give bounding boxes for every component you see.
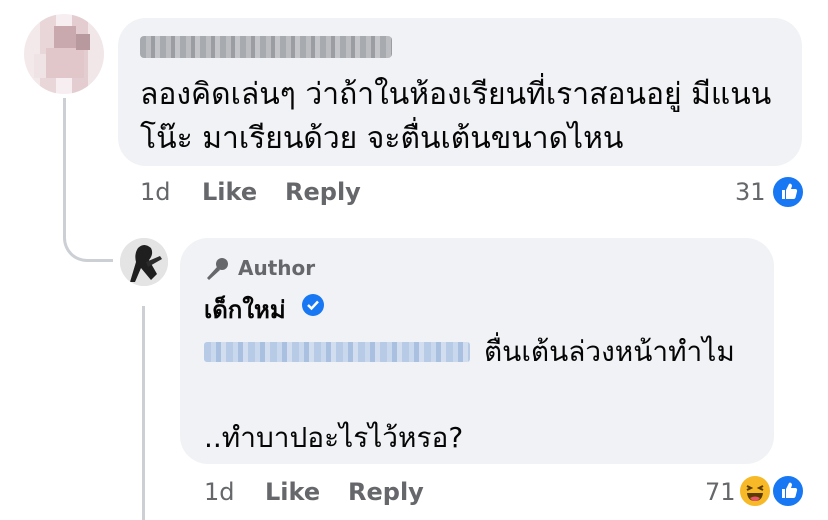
reply-timestamp[interactable]: 1d (204, 478, 235, 506)
author-name[interactable]: เด็กใหม่ (204, 290, 286, 329)
thread-connector (63, 98, 113, 262)
reply-text-line-1: ตื่นเต้นล่วงหน้าทำไม (484, 335, 735, 368)
like-icon (771, 474, 805, 508)
comment-reply-button[interactable]: Reply (285, 178, 361, 206)
commenter-name-blurred[interactable] (140, 36, 392, 58)
reply-text-line-2: ..ทำบาปอะไรไว้หรอ? (204, 421, 464, 454)
comment-reply-label: Reply (285, 178, 361, 206)
reply-reply-label: Reply (348, 478, 424, 506)
mention-blurred[interactable] (204, 342, 470, 362)
like-icon (771, 175, 805, 209)
comment-like-label: Like (202, 178, 258, 206)
comment-like-button[interactable]: Like (202, 178, 257, 206)
reply-bubble: Author เด็กใหม่ ตื่นเต้นล่วงหน้าทำไม ..ท… (180, 238, 774, 464)
avatar[interactable] (24, 14, 104, 94)
comment-timestamp[interactable]: 1d (140, 178, 171, 206)
author-avatar[interactable] (120, 238, 168, 286)
microphone-icon (204, 256, 230, 282)
comment-text-line-1: ลองคิดเล่นๆ ว่าถ้าในห้องเรียนที่เราสอนอย… (140, 77, 772, 112)
comment-bubble: ลองคิดเล่นๆ ว่าถ้าในห้องเรียนที่เราสอนอย… (118, 18, 802, 166)
reply-reaction-count[interactable]: 71 (705, 478, 736, 506)
reply-like-label: Like (265, 478, 321, 506)
comment-text-line-2: โน๊ะ มาเรียนด้วย จะตื่นเต้นขนาดไหน (140, 121, 624, 156)
author-badge-label: Author (238, 256, 316, 280)
comment-reaction-count[interactable]: 31 (735, 178, 766, 206)
reply-reply-button[interactable]: Reply (348, 478, 424, 506)
reply-thread-line (142, 306, 145, 520)
reply-like-button[interactable]: Like (265, 478, 320, 506)
verified-badge-icon (302, 294, 324, 316)
haha-icon (738, 474, 772, 508)
